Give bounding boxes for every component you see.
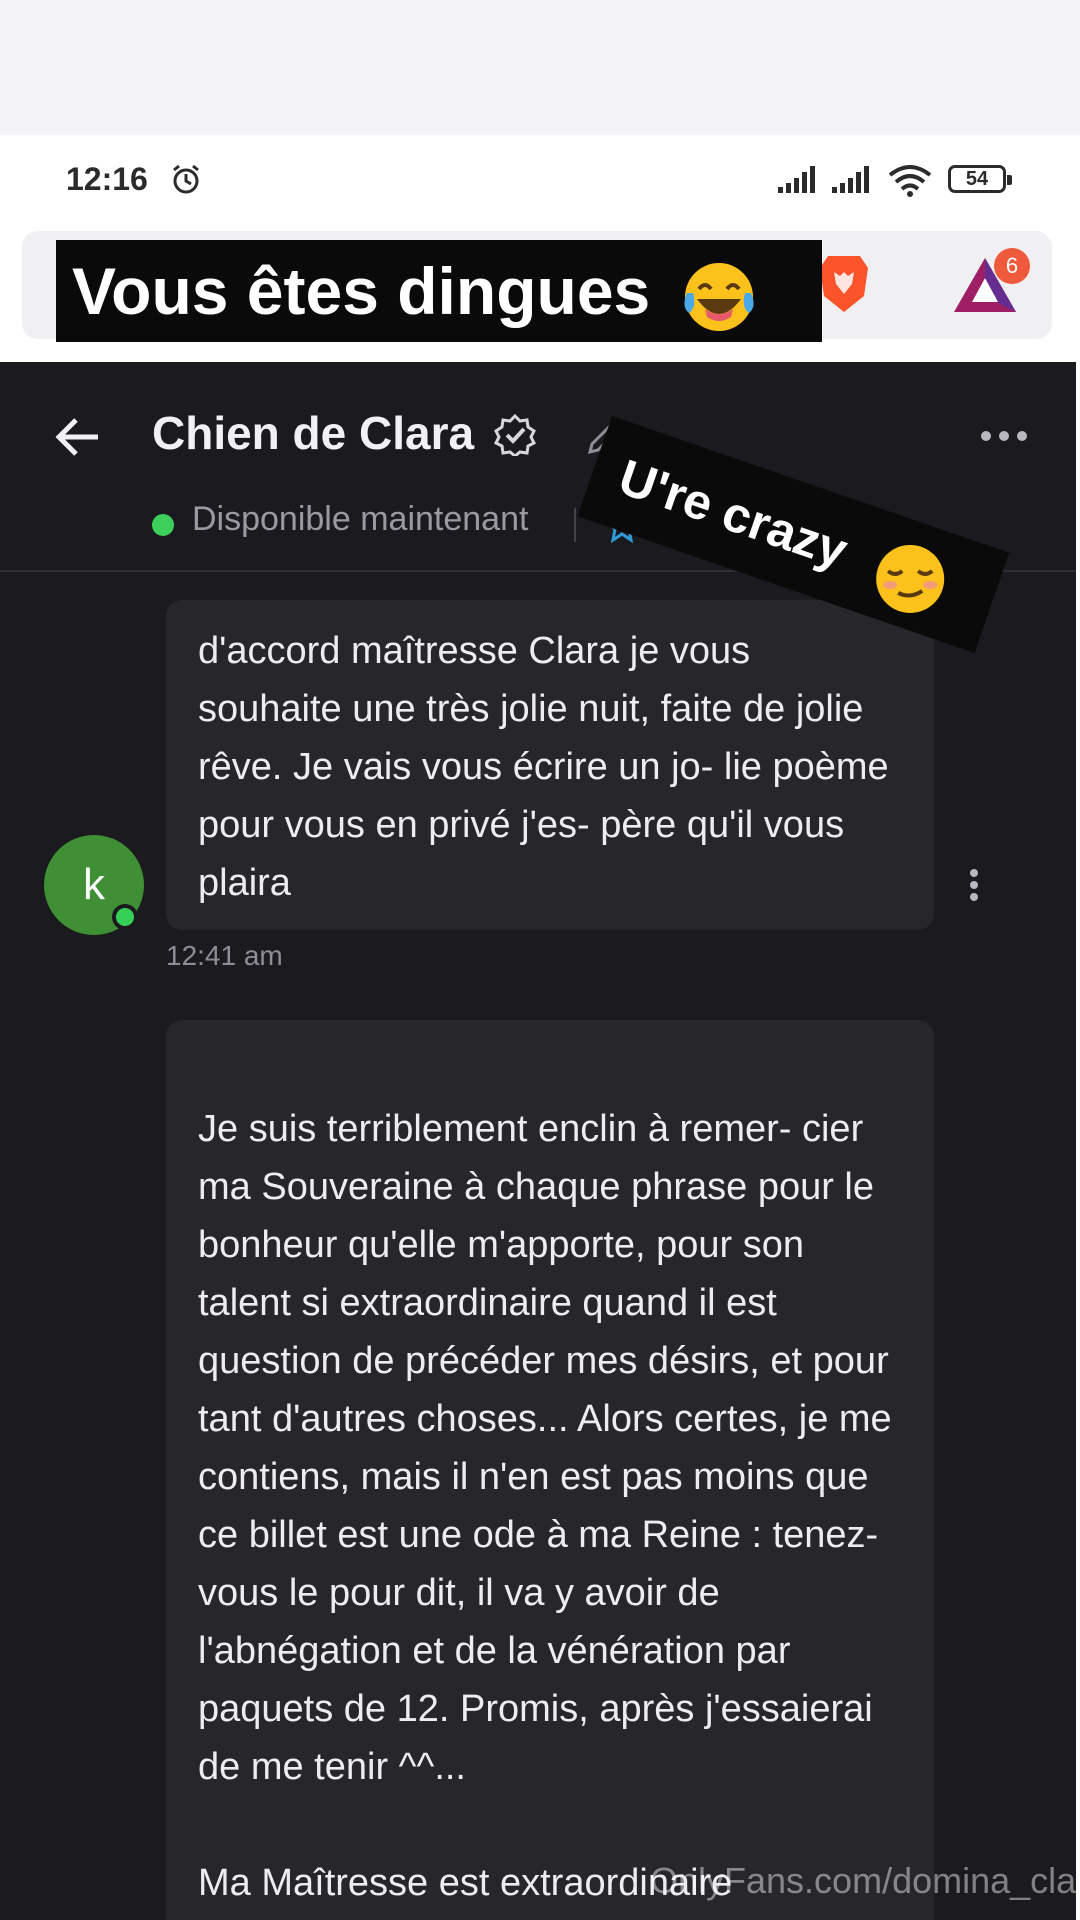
message-menu-icon[interactable] [968, 868, 980, 902]
more-options-icon[interactable] [980, 428, 1028, 444]
watermark: OnlyFans.com/domina_clara [650, 1860, 1080, 1901]
verified-badge-icon [494, 414, 536, 456]
message-bubble[interactable]: Je suis terriblement enclin à remer- cie… [166, 1020, 934, 1920]
wifi-icon [888, 165, 932, 197]
message-bubble[interactable]: d'accord maîtresse Clara je vous souhait… [166, 600, 934, 930]
relieved-face-emoji-icon [876, 544, 945, 613]
message-text: d'accord maîtresse Clara je vous souhait… [198, 630, 889, 904]
status-time: 12:16 [66, 161, 148, 197]
back-arrow-icon[interactable] [52, 412, 102, 462]
laughing-tears-emoji-icon [684, 262, 754, 331]
presence-status: Disponible maintenant [192, 500, 529, 538]
status-bar: 12:16 54 [0, 135, 1080, 227]
message-timestamp: 12:41 am [166, 940, 283, 971]
brave-lion-icon[interactable] [818, 252, 870, 314]
signal-icon [778, 166, 815, 193]
divider [574, 508, 576, 542]
chat-title: Chien de Clara [152, 407, 475, 459]
top-gap [0, 0, 1080, 135]
signal-icon [832, 166, 869, 193]
message-text: Je suis terriblement enclin à remer- cie… [198, 1108, 892, 1904]
avatar-online-dot [112, 904, 138, 930]
battery-indicator: 54 [948, 165, 1012, 193]
alarm-icon [173, 164, 199, 194]
caption-text: Vous êtes dingues [72, 254, 651, 328]
app-frame-border [1076, 362, 1080, 1920]
story-caption-sticker: Vous êtes dingues [56, 240, 822, 342]
notification-badge: 6 [994, 248, 1030, 284]
online-status-dot [152, 514, 174, 536]
